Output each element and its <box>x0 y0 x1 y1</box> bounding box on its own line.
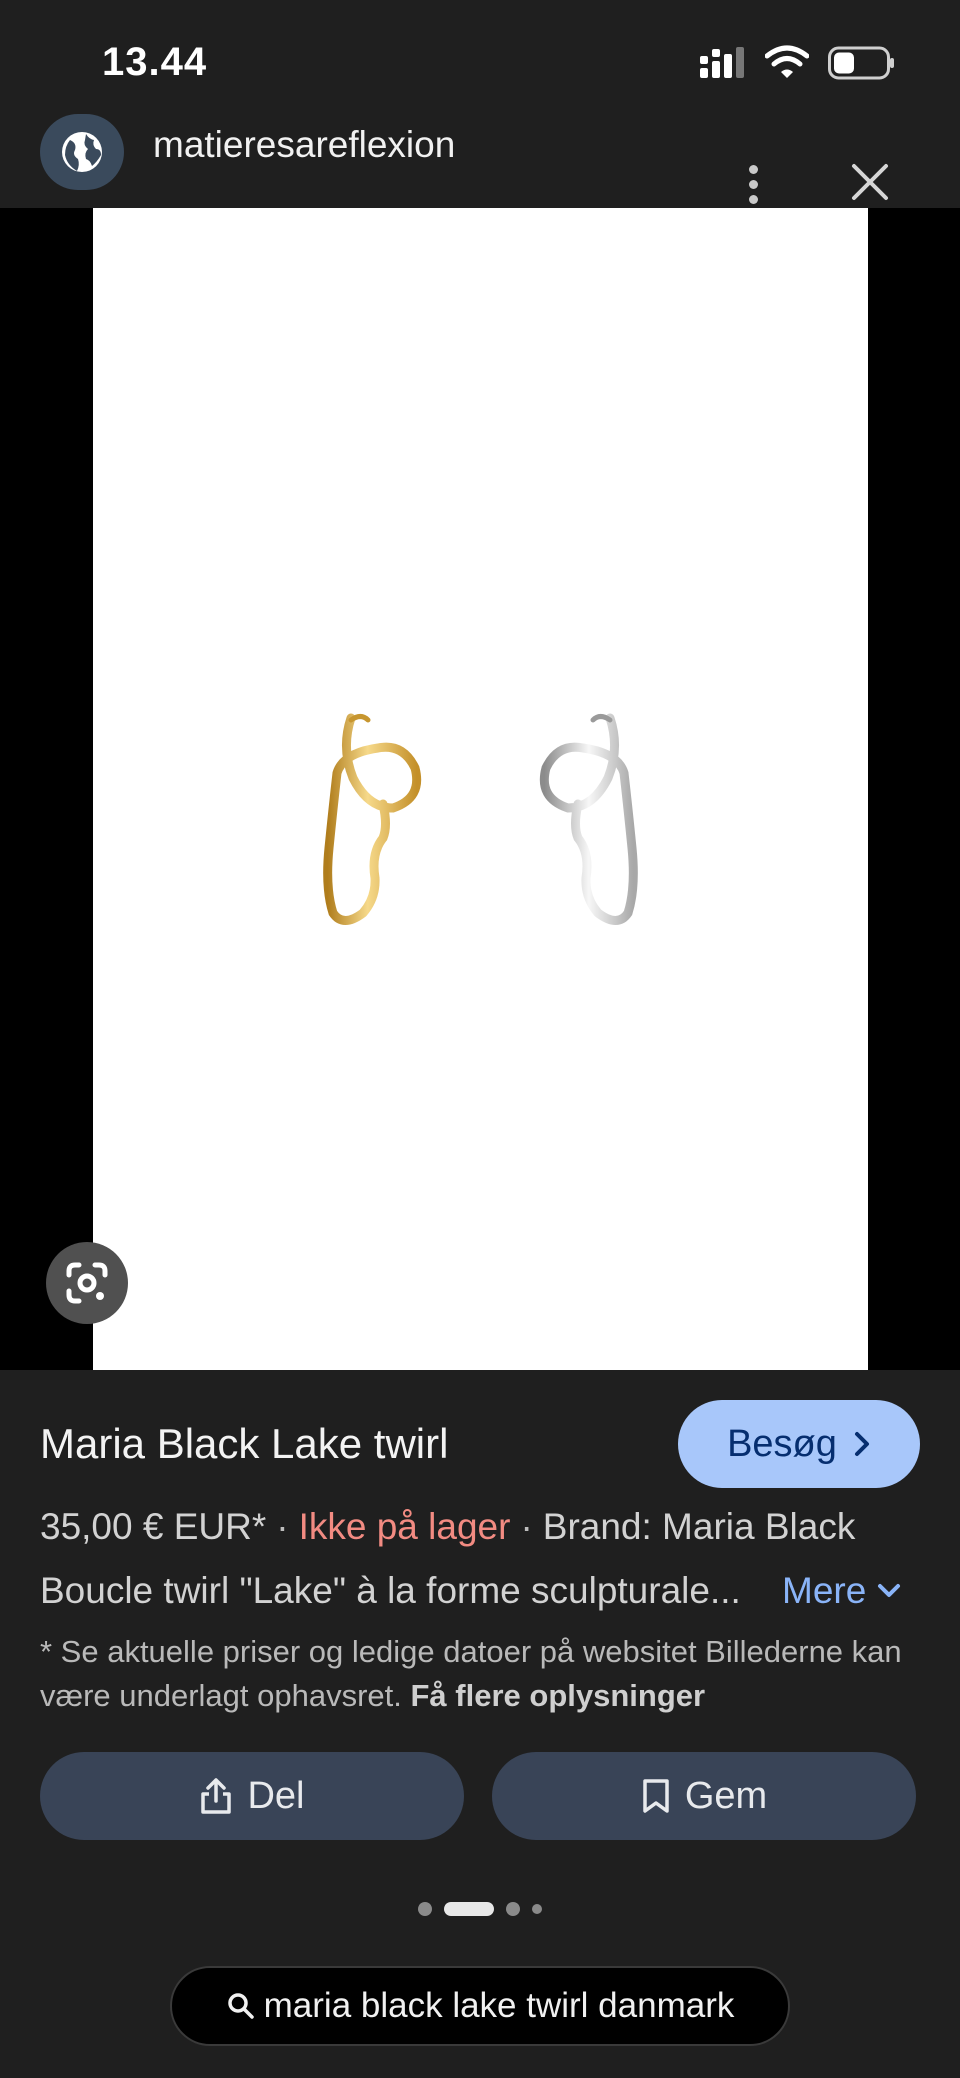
product-info-panel: Maria Black Lake twirl Besøg 35,00 € EUR… <box>0 1370 960 2078</box>
more-button[interactable]: Mere <box>782 1570 902 1612</box>
visit-button[interactable]: Besøg <box>678 1400 920 1488</box>
save-button[interactable]: Gem <box>492 1752 916 1840</box>
learn-more-link[interactable]: Få flere oplysninger <box>411 1678 706 1713</box>
related-search-chip[interactable]: maria black lake twirl danmark <box>170 1966 790 2046</box>
status-time: 13.44 <box>102 40 208 84</box>
share-label: Del <box>247 1774 305 1817</box>
related-search-query: maria black lake twirl danmark <box>263 1986 735 2025</box>
chevron-down-icon <box>878 1584 901 1597</box>
search-icon <box>227 1993 254 2019</box>
page-dot-active <box>444 1902 494 1916</box>
google-lens-icon <box>66 1262 108 1304</box>
earrings-illustration <box>323 713 638 925</box>
separator-dot: · <box>520 1506 533 1547</box>
site-name[interactable]: matieresareflexion <box>153 124 455 166</box>
more-label: Mere <box>782 1570 867 1611</box>
close-icon <box>852 164 888 200</box>
bookmark-icon <box>643 1779 669 1813</box>
more-vert-dot <box>748 194 758 204</box>
more-options-button[interactable] <box>735 154 771 214</box>
status-bar: 13.44 <box>0 0 960 110</box>
wifi-icon <box>765 45 809 78</box>
page-dot <box>532 1904 542 1914</box>
product-title: Maria Black Lake twirl <box>40 1420 449 1467</box>
product-price: 35,00 € EUR* <box>40 1506 267 1547</box>
page-dot <box>506 1902 520 1916</box>
chevron-right-icon <box>854 1432 869 1456</box>
page-dot <box>418 1902 432 1916</box>
image-preview-screen: 13.44 matieresareflexion Maria Black Lak… <box>0 0 960 2078</box>
globe-icon <box>62 132 102 172</box>
image-viewer[interactable] <box>0 164 960 1370</box>
stock-status: Ikke på lager <box>298 1506 511 1547</box>
signal-icon <box>700 47 744 78</box>
site-favicon[interactable] <box>40 114 124 190</box>
close-button[interactable] <box>850 162 890 207</box>
google-lens-button[interactable] <box>46 1242 128 1324</box>
source-header: matieresareflexion <box>0 110 960 208</box>
share-icon <box>201 1778 232 1814</box>
product-description: Boucle twirl "Lake" à la forme sculptura… <box>40 1570 741 1611</box>
battery-icon <box>828 46 894 80</box>
page-indicator <box>418 1902 542 1916</box>
product-meta: 35,00 € EUR* · Ikke på lager · Brand: Maria … <box>40 1506 855 1548</box>
product-brand: Brand: Maria Black <box>542 1506 856 1547</box>
product-image[interactable] <box>93 208 868 1370</box>
save-label: Gem <box>684 1774 768 1817</box>
share-button[interactable]: Del <box>40 1752 464 1840</box>
more-vert-dot <box>748 179 758 189</box>
more-vert-icon <box>748 164 758 174</box>
copyright-disclaimer: * Se aktuelle priser og ledige datoer på… <box>40 1630 920 1718</box>
visit-button-label: Besøg <box>727 1422 837 1465</box>
separator-dot: · <box>276 1506 289 1547</box>
